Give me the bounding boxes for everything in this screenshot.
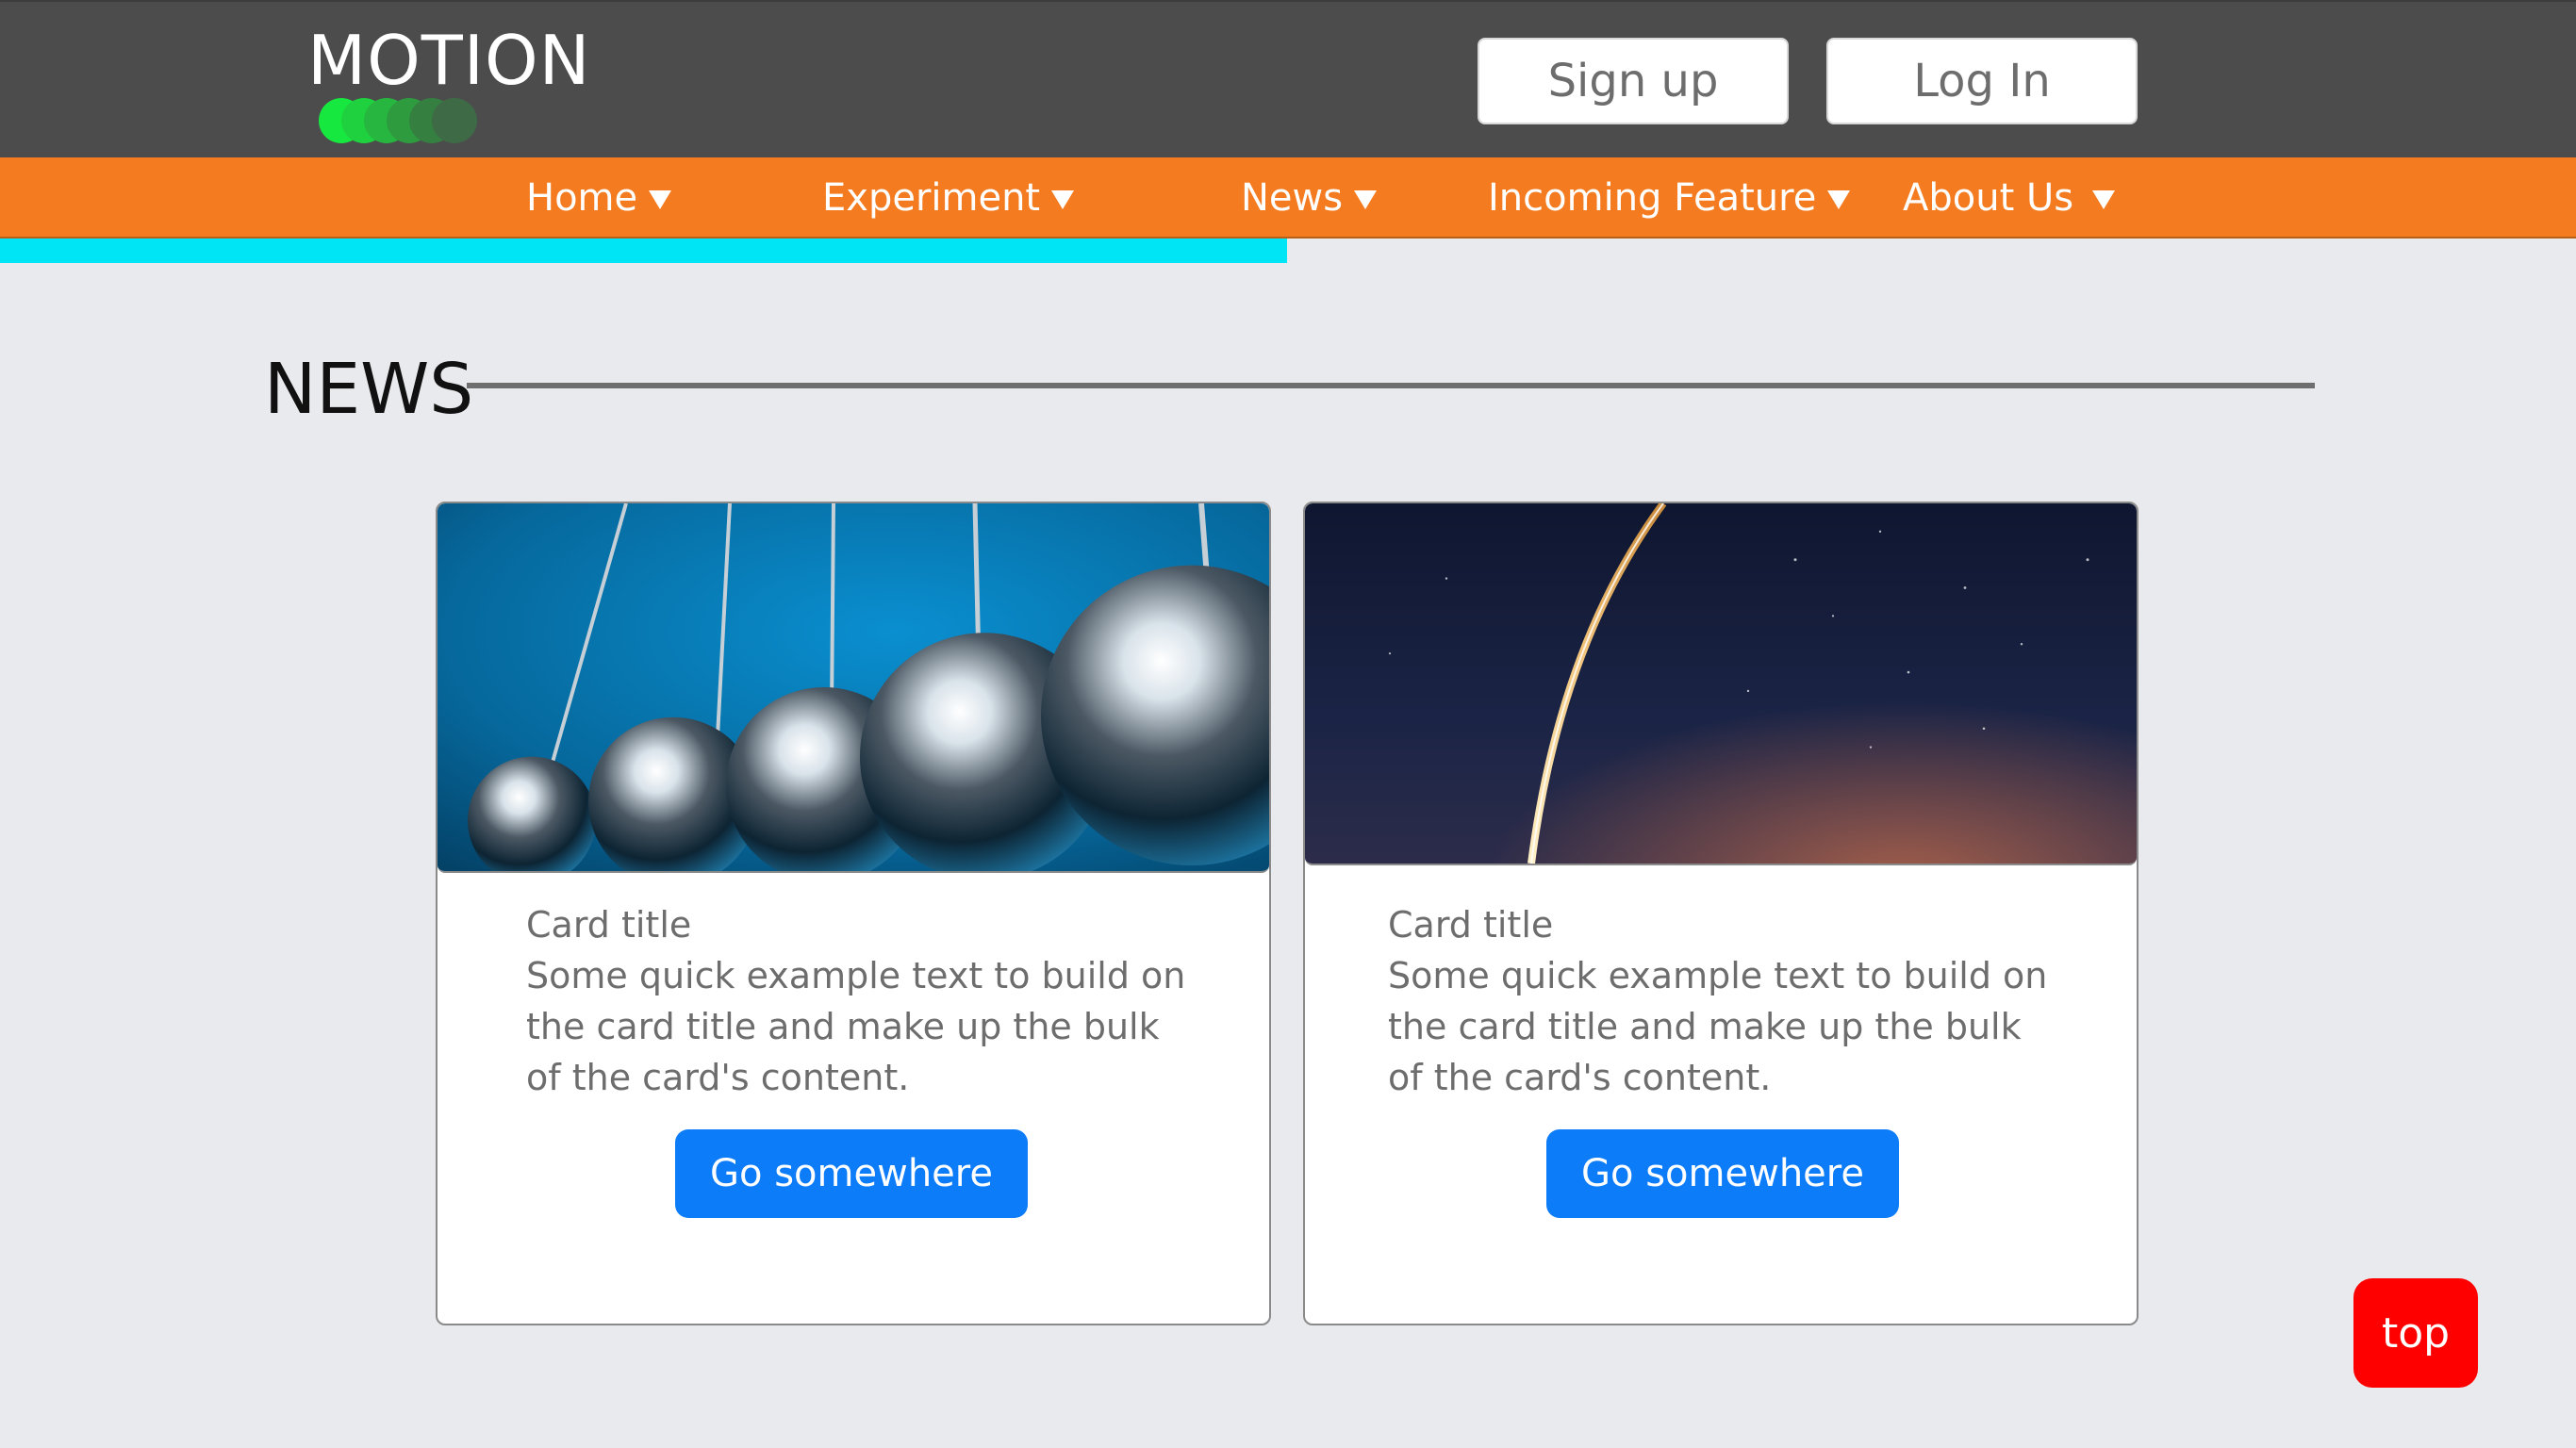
go-somewhere-button[interactable]: Go somewhere <box>1546 1129 1899 1218</box>
nav-item-label: About Us <box>1903 176 2074 220</box>
nav-item-label: Incoming Feature <box>1488 176 1817 220</box>
back-to-top-button[interactable]: top <box>2353 1278 2478 1388</box>
site-header: MOTION Sign up Log In <box>0 0 2576 157</box>
logo-dot <box>432 98 477 143</box>
logo-text[interactable]: MOTION <box>307 19 591 102</box>
login-button[interactable]: Log In <box>1826 38 2138 124</box>
card-body: Card title Some quick example text to bu… <box>526 899 1205 1103</box>
nav-item-label: Experiment <box>822 176 1041 220</box>
nav-item-experiment[interactable]: Experiment <box>822 157 1075 239</box>
nav-item-about-us[interactable]: About Us <box>1903 157 2116 239</box>
caret-down-icon <box>1354 190 1378 209</box>
page: MOTION Sign up Log In Home Experiment Ne… <box>0 0 2576 1448</box>
nav-item-incoming-feature[interactable]: Incoming Feature <box>1488 157 1851 239</box>
rocket-launch-trail-image <box>1305 503 2137 865</box>
nav-item-label: News <box>1241 176 1344 220</box>
caret-down-icon <box>649 190 672 209</box>
card-text: Some quick example text to build on the … <box>526 955 1186 1098</box>
news-card: Card title Some quick example text to bu… <box>436 502 1271 1325</box>
caret-down-icon <box>1827 190 1851 209</box>
card-text: Some quick example text to build on the … <box>1388 955 2048 1098</box>
nav-item-news[interactable]: News <box>1241 157 1378 239</box>
nav-item-label: Home <box>526 176 638 220</box>
card-title: Card title <box>1388 904 1554 946</box>
card-body: Card title Some quick example text to bu… <box>1388 899 2067 1103</box>
main-nav: Home Experiment News Incoming Feature Ab… <box>0 157 2576 239</box>
card-title: Card title <box>526 904 692 946</box>
newtons-cradle-image <box>438 503 1269 873</box>
section-divider <box>467 383 2315 388</box>
signup-button[interactable]: Sign up <box>1478 38 1789 124</box>
news-card: Card title Some quick example text to bu… <box>1303 502 2138 1325</box>
nav-item-home[interactable]: Home <box>526 157 672 239</box>
section-title: NEWS <box>264 349 474 430</box>
caret-down-icon <box>1051 190 1075 209</box>
scroll-progress-bar <box>0 239 1287 263</box>
go-somewhere-button[interactable]: Go somewhere <box>675 1129 1028 1218</box>
logo-dots <box>319 98 564 143</box>
caret-down-icon <box>2092 190 2116 209</box>
